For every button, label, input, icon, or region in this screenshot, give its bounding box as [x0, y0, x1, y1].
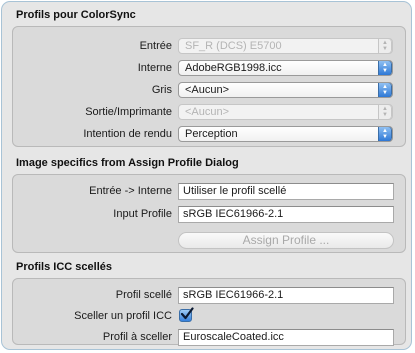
entree-interne-label: Entrée -> Interne — [89, 185, 172, 197]
popup-arrows-icon: ▲ ▼ — [378, 39, 392, 53]
section-title-icc: Profils ICC scellés — [16, 261, 112, 273]
section-title-colorsync: Profils pour ColorSync — [16, 9, 136, 21]
intention-value: Perception — [185, 128, 238, 140]
gris-popup[interactable]: <Aucun> ▲ ▼ — [178, 82, 393, 98]
gris-value: <Aucun> — [185, 84, 230, 96]
profil-scelle-field[interactable]: sRGB IEC61966-2.1 — [178, 287, 394, 304]
profil-a-sceller-field[interactable]: EuroscaleCoated.icc — [178, 329, 394, 346]
checkmark-icon — [180, 307, 194, 320]
interne-label: Interne — [137, 62, 172, 74]
profil-scelle-label: Profil scellé — [115, 289, 172, 301]
sceller-label: Sceller un profil ICC — [74, 310, 172, 322]
colorsync-group: Entrée SF_R (DCS) E5700 ▲ ▼ Interne Adobe… — [12, 26, 406, 147]
sortie-popup[interactable]: <Aucun> ▲ ▼ — [178, 104, 393, 120]
entree-label: Entrée — [139, 40, 172, 52]
entree-value: SF_R (DCS) E5700 — [185, 40, 282, 52]
interne-popup[interactable]: AdobeRGB1998.icc ▲ ▼ — [178, 60, 393, 76]
input-profile-label: Input Profile — [113, 208, 172, 220]
sortie-value: <Aucun> — [185, 106, 230, 118]
gris-label: Gris — [151, 84, 172, 96]
sortie-label: Sortie/Imprimante — [85, 106, 172, 118]
popup-arrows-icon: ▲ ▼ — [378, 127, 392, 141]
popup-arrows-icon: ▲ ▼ — [378, 61, 392, 75]
entree-popup[interactable]: SF_R (DCS) E5700 ▲ ▼ — [178, 38, 393, 54]
entree-interne-field[interactable]: Utiliser le profil scellé — [178, 183, 394, 200]
input-profile-field[interactable]: sRGB IEC61966-2.1 — [178, 206, 394, 223]
section-title-assign: Image specifics from Assign Profile Dial… — [16, 157, 239, 169]
sceller-checkbox[interactable] — [179, 307, 194, 322]
assign-group: Entrée -> Interne Utiliser le profil sce… — [12, 174, 406, 253]
icc-group: Profil scellé sRGB IEC61966-2.1 Sceller … — [12, 278, 406, 346]
settings-panel: Profils pour ColorSync Entrée SF_R (DCS)… — [1, 1, 412, 350]
intention-label: Intention de rendu — [83, 128, 172, 140]
intention-popup[interactable]: Perception ▲ ▼ — [178, 126, 393, 142]
popup-arrows-icon: ▲ ▼ — [378, 83, 392, 97]
assign-profile-button[interactable]: Assign Profile ... — [178, 232, 394, 249]
interne-value: AdobeRGB1998.icc — [185, 62, 282, 74]
popup-arrows-icon: ▲ ▼ — [378, 105, 392, 119]
profil-a-sceller-label: Profil à sceller — [102, 331, 172, 343]
